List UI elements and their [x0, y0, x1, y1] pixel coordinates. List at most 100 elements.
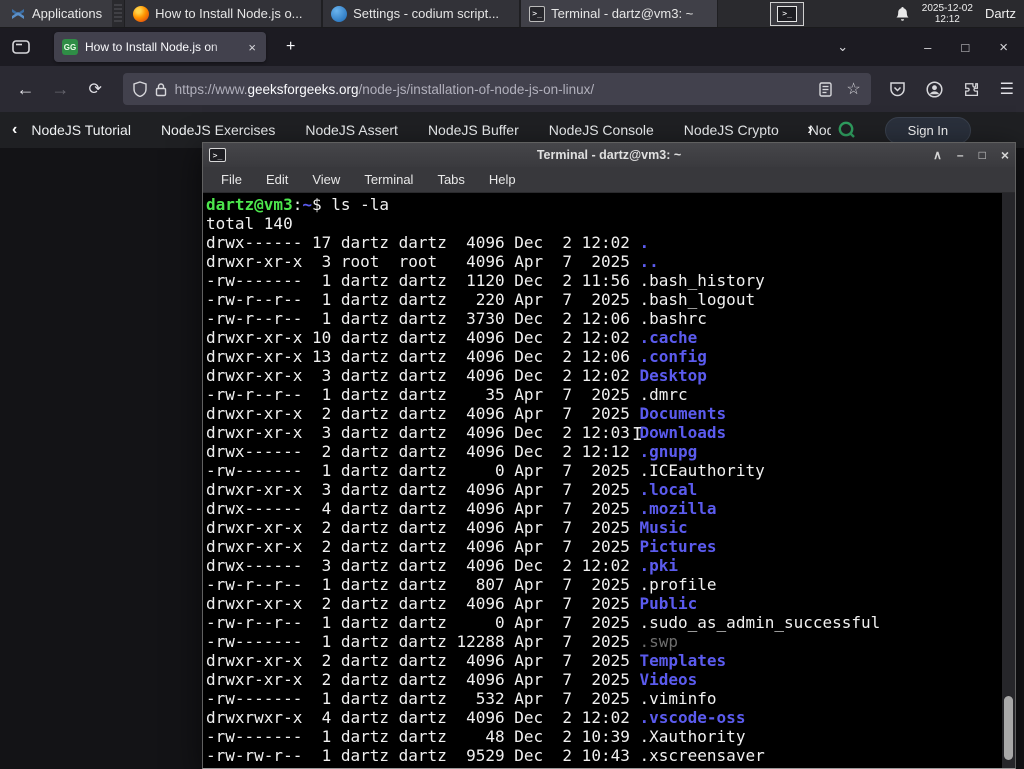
nav-item-nodejs-assert[interactable]: NodeJS Assert [305, 122, 398, 138]
url-bar[interactable]: https://www.geeksforgeeks.org/node-js/in… [122, 73, 871, 105]
notification-bell-icon[interactable] [895, 6, 910, 22]
file-name: Videos [639, 670, 698, 689]
terminal-line: drwx------ 3 dartz dartz 4096 Dec 2 12:0… [206, 556, 679, 575]
lock-icon[interactable] [155, 82, 167, 97]
terminal-line: total 140 [206, 214, 293, 233]
toolbar-end-icons: ☰ [889, 79, 1014, 99]
terminal-line: drwxr-xr-x 2 dartz dartz 4096 Apr 7 2025… [206, 537, 717, 556]
terminal-line: drwx------ 4 dartz dartz 4096 Apr 7 2025… [206, 499, 717, 518]
nav-item-nodejs-tutorial[interactable]: NodeJS Tutorial [31, 122, 131, 138]
panel-clock[interactable]: 2025-12-02 12:12 [922, 3, 973, 25]
file-name: Documents [639, 404, 727, 423]
file-name: .ICEauthority [639, 461, 765, 480]
file-name: Pictures [639, 537, 717, 556]
terminal-line: drwxrwxr-x 4 dartz dartz 4096 Dec 2 12:0… [206, 708, 746, 727]
new-tab-button[interactable]: + [276, 36, 305, 58]
file-name: .vscode-oss [639, 708, 746, 727]
window-button-firefox[interactable]: How to Install Node.js o... [124, 0, 323, 27]
tray-terminal-indicator[interactable]: >_ [770, 1, 805, 26]
applications-menu-button[interactable]: Applications [0, 0, 113, 27]
terminal-close-button[interactable]: × [1001, 148, 1009, 162]
terminal-line: -rw-r--r-- 1 dartz dartz 0 Apr 7 2025 .s… [206, 613, 881, 632]
file-name: .pki [639, 556, 679, 575]
nav-item-list: NodeJS Tutorial NodeJS Exercises NodeJS As… [31, 122, 831, 138]
terminal-line: -rw-r--r-- 1 dartz dartz 35 Apr 7 2025 .… [206, 385, 688, 404]
terminal-minimize-button[interactable]: – [957, 149, 964, 161]
file-name: .mozilla [639, 499, 717, 518]
menu-edit[interactable]: Edit [256, 169, 298, 190]
terminal-maximize-button[interactable]: □ [979, 149, 986, 161]
applications-label: Applications [32, 6, 103, 21]
menu-terminal[interactable]: Terminal [354, 169, 423, 190]
window-button-label: Settings - codium script... [353, 6, 500, 21]
menu-view[interactable]: View [302, 169, 350, 190]
terminal-line: drwx------ 17 dartz dartz 4096 Dec 2 12:… [206, 233, 650, 252]
terminal-icon: >_ [529, 5, 546, 22]
file-name: .dmrc [639, 385, 688, 404]
menu-help[interactable]: Help [479, 169, 526, 190]
reload-button[interactable]: ⟳ [80, 73, 111, 105]
close-button[interactable]: × [999, 39, 1008, 56]
nav-item-nodejs-buffer[interactable]: NodeJS Buffer [428, 122, 519, 138]
terminal-line: dartz@vm3:~$ ls -la [206, 195, 390, 214]
file-name: .xscreensaver [639, 746, 765, 765]
terminal-line: drwxr-xr-x 3 dartz dartz 4096 Apr 7 2025… [206, 480, 698, 499]
nav-item-nodejs-crypto[interactable]: NodeJS Crypto [684, 122, 779, 138]
search-icon[interactable] [837, 120, 857, 140]
back-button[interactable]: ← [10, 73, 41, 105]
nav-scroll-right-icon[interactable]: › [807, 121, 812, 139]
tab-title: How to Install Node.js on [85, 40, 218, 54]
nav-item-nodejs-exercises[interactable]: NodeJS Exercises [161, 122, 275, 138]
file-name: .bashrc [639, 309, 707, 328]
terminal-scrollbar[interactable] [1002, 193, 1015, 768]
sign-in-button[interactable]: Sign In [884, 116, 972, 144]
clock-time: 12:12 [934, 13, 960, 25]
pocket-icon[interactable] [889, 81, 906, 98]
terminal-line: -rw------- 1 dartz dartz 532 Apr 7 2025 … [206, 689, 717, 708]
file-name: .bash_logout [639, 290, 756, 309]
file-name: .local [639, 480, 698, 499]
tab-how-to-install-nodejs[interactable]: GG How to Install Node.js on × [54, 32, 266, 62]
maximize-button[interactable]: □ [961, 40, 969, 55]
terminal-titlebar[interactable]: >_ Terminal - dartz@vm3: ~ ∧ – □ × [203, 143, 1015, 167]
desktop-panel: Applications How to Install Node.js o...… [0, 0, 1024, 28]
firefox-view-button[interactable] [6, 34, 36, 60]
tracking-protection-shield-icon[interactable] [132, 81, 147, 97]
terminal-window-controls: ∧ – □ × [933, 148, 1009, 162]
terminal-line: drwx------ 2 dartz dartz 4096 Dec 2 12:1… [206, 442, 698, 461]
forward-button[interactable]: → [45, 73, 76, 105]
terminal-line: -rw------- 1 dartz dartz 48 Dec 2 10:39 … [206, 727, 746, 746]
file-name: Desktop [639, 366, 707, 385]
terminal-screen[interactable]: dartz@vm3:~$ ls -la total 140 drwx------ 1… [203, 193, 1015, 768]
url-text[interactable]: https://www.geeksforgeeks.org/node-js/in… [175, 82, 812, 97]
terminal-icon: >_ [777, 5, 798, 22]
panel-handle[interactable] [114, 4, 123, 23]
window-button-codium[interactable]: Settings - codium script... [322, 0, 521, 27]
codium-icon [331, 5, 348, 22]
panel-username: Dartz [984, 6, 1016, 21]
minimize-button[interactable]: – [924, 40, 931, 55]
extensions-puzzle-icon[interactable] [963, 81, 980, 98]
tab-bar: GG How to Install Node.js on × + ⌄ – □ × [0, 28, 1024, 66]
nav-item-nodejs-console[interactable]: NodeJS Console [549, 122, 654, 138]
file-name: .config [639, 347, 707, 366]
file-name: Public [639, 594, 698, 613]
menu-file[interactable]: File [211, 169, 252, 190]
nav-scroll-left-icon[interactable]: ‹ [12, 121, 17, 139]
terminal-line: drwxr-xr-x 2 dartz dartz 4096 Apr 7 2025… [206, 594, 698, 613]
file-name: .bash_history [639, 271, 765, 290]
menu-hamburger-icon[interactable]: ☰ [1000, 79, 1014, 99]
terminal-title: Terminal - dartz@vm3: ~ [536, 148, 682, 162]
scrollbar-thumb[interactable] [1004, 696, 1013, 760]
reader-mode-icon[interactable] [819, 81, 833, 97]
firefox-view-icon [12, 40, 30, 54]
shade-button[interactable]: ∧ [933, 149, 942, 161]
bookmark-star-icon[interactable]: ☆ [846, 79, 860, 99]
menu-tabs[interactable]: Tabs [427, 169, 474, 190]
account-icon[interactable] [926, 80, 943, 98]
file-name: Downloads [639, 423, 727, 442]
terminal-line: -rw-r--r-- 1 dartz dartz 3730 Dec 2 12:0… [206, 309, 707, 328]
tab-close-icon[interactable]: × [246, 40, 258, 55]
list-all-tabs-icon[interactable]: ⌄ [837, 39, 848, 55]
window-button-terminal[interactable]: >_ Terminal - dartz@vm3: ~ [520, 0, 719, 27]
